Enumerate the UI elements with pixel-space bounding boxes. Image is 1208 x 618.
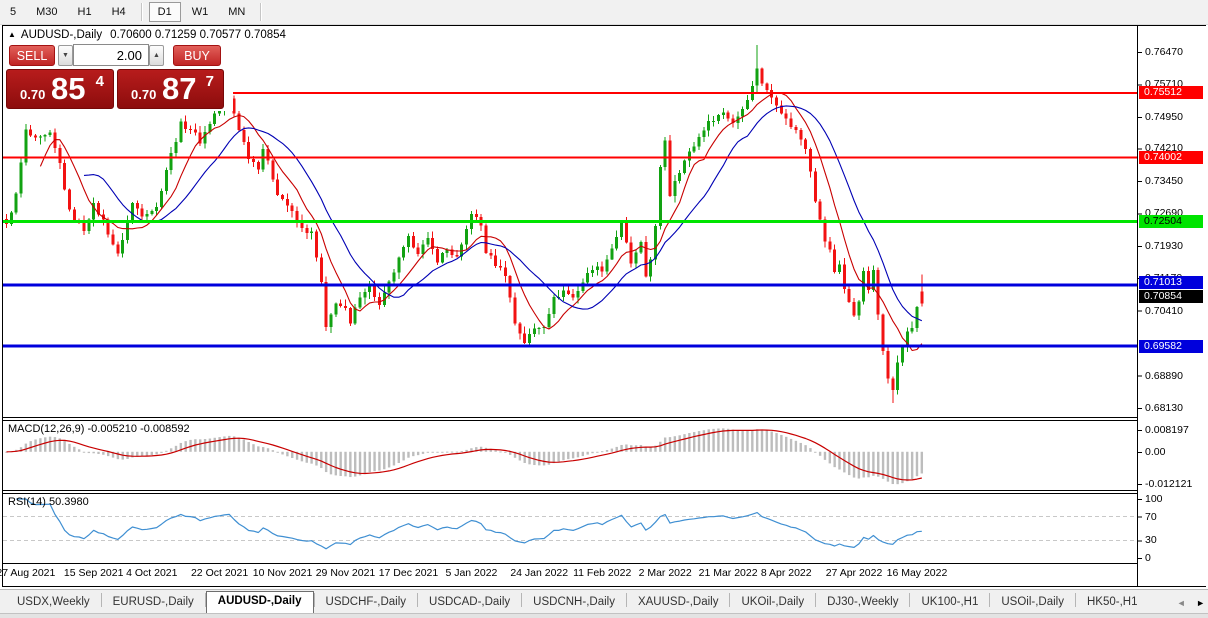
- buy-price-box[interactable]: 0.70 87 7: [117, 69, 224, 109]
- spin-up-icon: ▲: [153, 52, 160, 59]
- sell-price-big: 85: [51, 71, 85, 107]
- price-badge-0.74002: 0.74002: [1139, 151, 1203, 164]
- volume-field: [73, 44, 149, 66]
- price-badge-0.69582: 0.69582: [1139, 340, 1203, 353]
- macd-signal-line: [7, 430, 922, 480]
- sell-price-box[interactable]: 0.70 85 4: [6, 69, 114, 109]
- one-click-trading-panel: SELL ▼ ▲ BUY 0.70 85 4 0.70 87 7: [3, 42, 233, 111]
- macd-name: MACD(12,26,9): [8, 423, 84, 435]
- volume-decrease-button[interactable]: ▼: [58, 45, 73, 66]
- tab-scroll-right-icon[interactable]: ►: [1196, 598, 1205, 608]
- chart-ohlc-values: 0.70600 0.71259 0.70577 0.70854: [110, 29, 286, 41]
- rsi-label: RSI(14) 50.3980: [8, 496, 89, 508]
- macd-values: -0.005210 -0.008592: [87, 423, 189, 435]
- buy-button[interactable]: BUY: [173, 45, 221, 66]
- buy-price-pip: 7: [206, 73, 214, 90]
- chart-symbol-label: AUDUSD-,Daily: [21, 29, 102, 41]
- spin-down-icon: ▼: [62, 52, 69, 59]
- volume-input[interactable]: [74, 45, 148, 65]
- rsi-name: RSI(14): [8, 496, 46, 508]
- macd-label: MACD(12,26,9) -0.005210 -0.008592: [8, 423, 190, 435]
- rsi-value: 50.3980: [49, 496, 89, 508]
- sell-button[interactable]: SELL: [9, 45, 55, 66]
- price-badge-0.75512: 0.75512: [1139, 86, 1203, 99]
- sell-price-prefix: 0.70: [20, 87, 45, 102]
- collapse-triangle-icon[interactable]: ▲: [8, 30, 16, 39]
- price-axis[interactable]: [1138, 26, 1206, 586]
- price-badge-0.72504: 0.72504: [1139, 215, 1203, 228]
- date-axis[interactable]: [3, 564, 1137, 586]
- tab-scroll-arrows: ◄ ►: [1167, 593, 1205, 611]
- tab-scroll-left-icon[interactable]: ◄: [1177, 598, 1186, 608]
- mt4-window: 5M30H1H4D1W1MN ▲AUDUSD-,Daily0.70600 0.7…: [0, 0, 1208, 618]
- buy-price-prefix: 0.70: [131, 87, 156, 102]
- chart-title: ▲ AUDUSD-,Daily 0.70600 0.71259 0.70577 0.…: [8, 29, 286, 41]
- sell-price-pip: 4: [96, 73, 104, 90]
- buy-price-big: 87: [162, 71, 196, 107]
- rsi-line: [16, 499, 922, 549]
- volume-increase-button[interactable]: ▲: [149, 45, 164, 66]
- price-badge-0.70854: 0.70854: [1139, 290, 1203, 303]
- price-badge-0.71013: 0.71013: [1139, 276, 1203, 289]
